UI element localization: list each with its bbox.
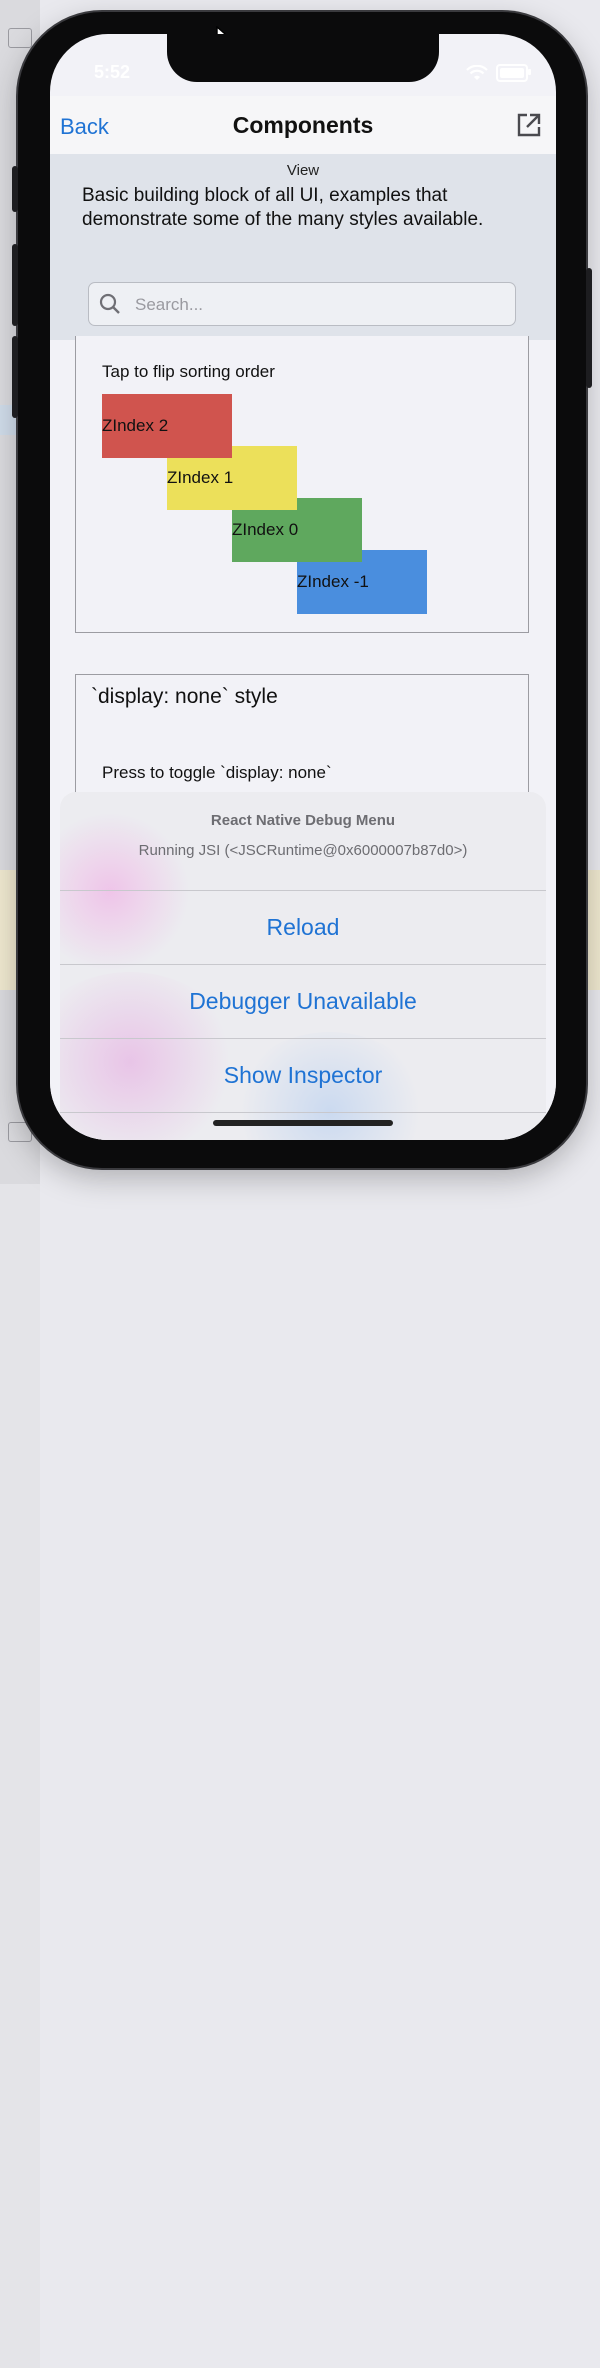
zindex-box-label: ZIndex -1: [297, 572, 369, 591]
example-title: `display: none` style: [91, 685, 278, 708]
status-time: 5:52: [94, 62, 131, 82]
zindex-box[interactable]: ZIndex 2: [102, 394, 232, 458]
navigation-bar: Back Components: [50, 96, 556, 155]
phone-side-button: [12, 166, 18, 212]
wifi-icon: [466, 65, 488, 80]
zindex-example-card[interactable]: Tap to flip sorting order ZIndex 2 ZInde…: [75, 336, 529, 633]
action-sheet-header: React Native Debug Menu Running JSI (<JS…: [60, 792, 546, 891]
search-box[interactable]: [88, 282, 516, 327]
background-right-panel: [0, 1184, 40, 2368]
phone-screen: 5:52 Back Components View Basic building…: [50, 34, 556, 1140]
zindex-box-label: ZIndex 2: [102, 416, 169, 435]
zindex-box-label: ZIndex 0: [232, 520, 299, 539]
phone-side-button: [586, 268, 592, 388]
display-toggle-instruction[interactable]: Press to toggle `display: none`: [102, 763, 332, 783]
phone-side-button: [12, 336, 18, 418]
phone-side-button: [12, 244, 18, 326]
external-link-icon[interactable]: [516, 112, 542, 138]
search-icon: [99, 293, 120, 314]
section-label: View: [286, 162, 320, 179]
page-title: Components: [232, 112, 374, 138]
reload-button[interactable]: Reload: [60, 890, 546, 965]
search-input[interactable]: [133, 283, 507, 327]
battery-icon: [496, 64, 531, 82]
debugger-unavailable-button[interactable]: Debugger Unavailable: [60, 964, 546, 1039]
show-inspector-button[interactable]: Show Inspector: [60, 1038, 546, 1113]
zindex-instruction: Tap to flip sorting order: [102, 362, 275, 381]
action-sheet-title: React Native Debug Menu: [210, 812, 396, 829]
grid-icon: [8, 28, 32, 48]
home-indicator[interactable]: [213, 1120, 393, 1126]
status-icons: [466, 64, 531, 82]
debug-action-sheet: React Native Debug Menu Running JSI (<JS…: [60, 792, 546, 1140]
example-header: View Basic building block of all UI, exa…: [50, 154, 556, 340]
action-sheet-message: Running JSI (<JSCRuntime@0x6000007b87d0>…: [138, 842, 468, 859]
section-description: Basic building block of all UI, examples…: [82, 185, 484, 230]
notch: [167, 34, 439, 82]
zindex-box-label: ZIndex 1: [167, 468, 234, 487]
